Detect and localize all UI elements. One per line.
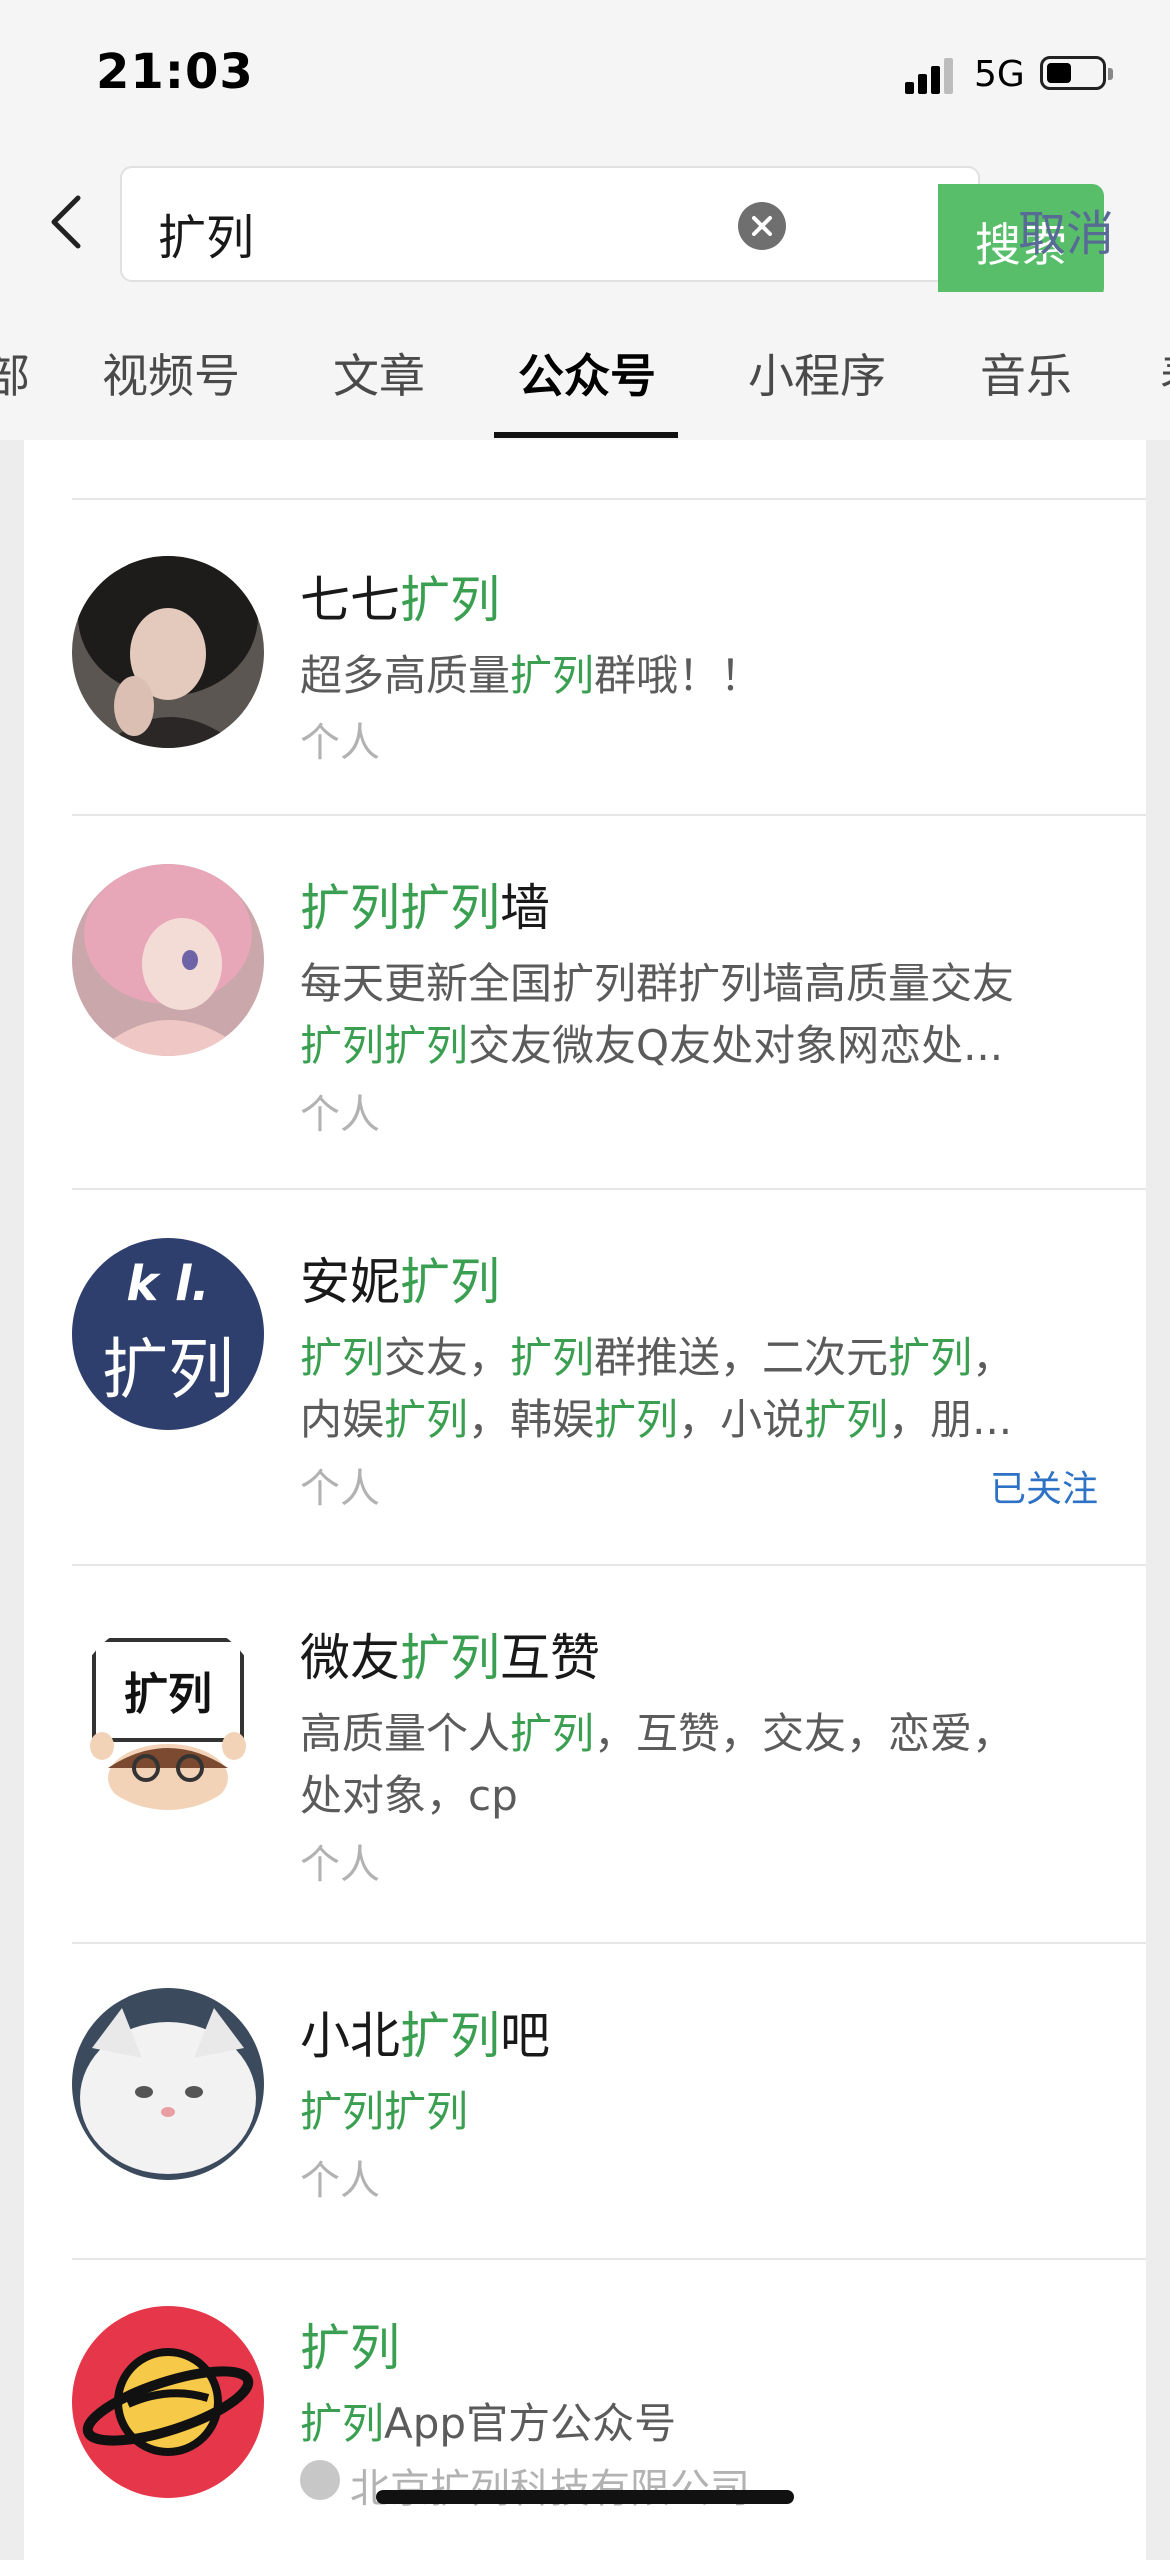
avatar (72, 864, 264, 1056)
avatar (72, 2306, 264, 2498)
tab-articles[interactable]: 文章 (333, 340, 425, 406)
avatar (72, 1988, 264, 2180)
result-description: 超多高质量扩列群哦！！ (300, 651, 763, 700)
result-title: 小北扩列吧 (300, 2007, 550, 2065)
tab-mini-programs[interactable]: 小程序 (748, 340, 886, 406)
result-description-line2: 扩列扩列交友微友Q友处对象网恋处... (300, 1021, 1004, 1070)
search-input[interactable]: 扩列 搜索 (120, 166, 1104, 300)
result-description-line2: 内娱扩列，韩娱扩列，小说扩列，朋... (300, 1395, 1013, 1444)
result-item[interactable]: 扩列扩列墙 每天更新全国扩列群扩列墙高质量交友 扩列扩列交友微友Q友处对象网恋处… (24, 816, 1146, 1188)
tab-all[interactable]: 部 (0, 340, 30, 406)
followed-badge: 已关注 (989, 1469, 1098, 1510)
chevron-left-icon (51, 195, 81, 249)
result-description: 高质量个人扩列，互赞，交友，恋爱， (300, 1709, 1015, 1758)
result-item[interactable]: k l. 扩列 安妮扩列 扩列交友，扩列群推送，二次元扩列， 内娱扩列，韩娱扩列… (24, 1190, 1146, 1564)
search-query[interactable]: 扩列 (158, 198, 254, 268)
tab-channels[interactable]: 视频号 (102, 340, 240, 406)
close-icon (752, 216, 772, 236)
search-bar: 扩列 搜索 取消 (0, 150, 1170, 300)
result-title: 安妮扩列 (300, 1253, 500, 1311)
results-list: 七七扩列 超多高质量扩列群哦！！ 个人 扩列扩列墙 每天更新全国扩列群扩列墙高质… (24, 440, 1146, 2560)
avatar: k l. 扩列 (72, 1238, 264, 1430)
result-title: 微友扩列互赞 (300, 1629, 600, 1687)
cellular-signal-icon (905, 56, 957, 94)
account-type: 个人 (300, 1842, 380, 1888)
avatar-logo-text: 扩列 (102, 1331, 234, 1408)
tab-official-accounts[interactable]: 公众号 (518, 340, 656, 406)
status-time: 21:03 (96, 44, 254, 100)
account-type: 个人 (300, 1092, 380, 1138)
avatar-logo-text: k l. (126, 1256, 210, 1312)
result-title: 扩列 (300, 2319, 400, 2377)
status-bar: 21:03 5G (0, 0, 1170, 150)
result-description: 每天更新全国扩列群扩列墙高质量交友 (300, 959, 1015, 1008)
active-tab-indicator (494, 432, 678, 438)
back-button[interactable] (42, 192, 92, 252)
account-type: 个人 (300, 720, 380, 766)
category-tabs: 部 视频号 文章 公众号 小程序 音乐 表 (0, 292, 1170, 440)
avatar: 扩列 (72, 1618, 264, 1810)
network-type: 5G (974, 54, 1025, 95)
avatar-sign-text: 扩列 (124, 1669, 212, 1720)
cancel-button[interactable]: 取消 (1018, 194, 1114, 264)
avatar (72, 556, 264, 748)
home-indicator (376, 2490, 794, 2504)
verified-icon (300, 2460, 340, 2500)
account-type: 个人 (300, 2158, 380, 2204)
result-item[interactable]: 七七扩列 超多高质量扩列群哦！！ 个人 (24, 500, 1146, 814)
account-type: 个人 (300, 1466, 380, 1512)
battery-icon (1040, 56, 1113, 90)
result-item[interactable]: 小北扩列吧 扩列扩列 个人 (24, 1944, 1146, 2258)
tab-stickers[interactable]: 表 (1160, 340, 1170, 406)
result-title: 七七扩列 (300, 571, 500, 629)
result-description-line2: 处对象，cp (300, 1771, 518, 1820)
tab-music[interactable]: 音乐 (980, 340, 1072, 406)
result-description: 扩列交友，扩列群推送，二次元扩列， (300, 1333, 1015, 1382)
result-item[interactable]: 扩列 扩列App官方公众号 北京扩列科技有限公司 (24, 2260, 1146, 2560)
result-description: 扩列App官方公众号 (300, 2399, 677, 2448)
result-title: 扩列扩列墙 (300, 879, 550, 937)
result-item[interactable]: 扩列 微友扩列互赞 高质量个人扩列，互赞，交友，恋爱， 处对象，cp 个人 (24, 1566, 1146, 1942)
company-name: 北京扩列科技有限公司 (350, 2466, 750, 2512)
result-description: 扩列扩列 (300, 2087, 469, 2136)
clear-search-button[interactable] (738, 202, 786, 250)
